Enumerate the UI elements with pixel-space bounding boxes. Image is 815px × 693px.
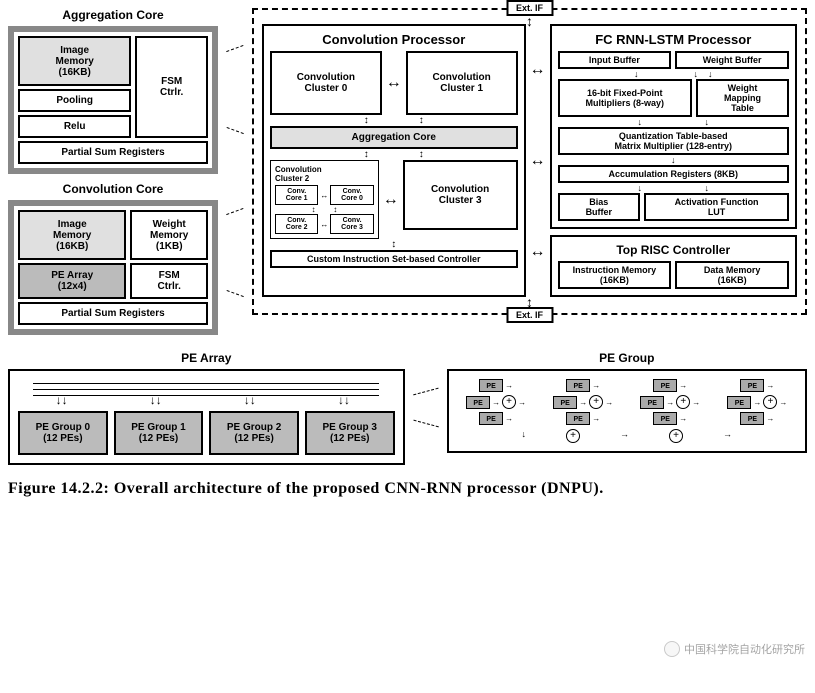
conv-cluster-1: Convolution Cluster 1 — [406, 51, 518, 115]
pe-array-detail: PE Array ↓↓ ↓↓ ↓↓ ↓↓ PE Group 0 (12 PEs)… — [8, 351, 405, 465]
adder-icon: + — [676, 395, 690, 409]
watermark-logo-icon — [664, 641, 680, 657]
pe-cell: PE — [466, 396, 490, 409]
fc-inbuf: Input Buffer — [558, 51, 672, 69]
fc-rnn-lstm-processor: FC RNN-LSTM Processor Input Buffer Weigh… — [550, 24, 798, 229]
pe-cell: PE — [740, 379, 764, 392]
fc-qtab: Quantization Table-based Matrix Multipli… — [558, 127, 790, 155]
arrow-icon: ↔ — [383, 195, 399, 205]
risc-imem: Instruction Memory (16KB) — [558, 261, 672, 289]
conv-imgmem: Image Memory (16KB) — [18, 210, 126, 260]
arrow-icon: ↔ — [386, 78, 402, 88]
agg-imgmem: Image Memory (16KB) — [18, 36, 131, 86]
top-risc-controller: Top RISC Controller Instruction Memory (… — [550, 235, 798, 297]
conv-fsm: FSM Ctrlr. — [130, 263, 208, 299]
figure-caption: Figure 14.2.2: Overall architecture of t… — [8, 479, 807, 500]
aggregation-core-detail: Aggregation Core Image Memory (16KB) Poo… — [8, 8, 218, 174]
watermark-text: 中国科学院自动化研究所 — [684, 641, 805, 657]
conv-cluster-2-title: Convolution Cluster 2 — [275, 165, 374, 183]
pe-cell: PE — [479, 412, 503, 425]
fc-act: Activation Function LUT — [644, 193, 789, 221]
conv-core-0: Conv. Core 0 — [330, 185, 373, 205]
pearr-title: PE Array — [8, 351, 405, 365]
adder-icon: + — [669, 429, 683, 443]
conv-cluster-3: Convolution Cluster 3 — [403, 160, 518, 230]
fc-accum: Accumulation Registers (8KB) — [558, 165, 790, 183]
convolution-processor: Convolution Processor Convolution Cluste… — [262, 24, 526, 297]
adder-icon: + — [589, 395, 603, 409]
adder-icon: + — [763, 395, 777, 409]
conv-core-2: Conv. Core 2 — [275, 214, 318, 234]
ext-if-bot: Ext. IF — [506, 307, 553, 323]
conv-psr: Partial Sum Registers — [18, 302, 208, 325]
conv-proc-title: Convolution Processor — [270, 32, 518, 47]
chip-boundary: Ext. IF Ext. IF ↕ Convolution Processor … — [252, 8, 807, 315]
pe-cell: PE — [553, 396, 577, 409]
adder-icon: + — [502, 395, 516, 409]
pe-group-0: PE Group 0 (12 PEs) — [18, 411, 108, 455]
custom-isa-ctrl: Custom Instruction Set-based Controller — [270, 250, 518, 268]
pe-cell: PE — [479, 379, 503, 392]
conv-core-3: Conv. Core 3 — [330, 214, 373, 234]
pe-group-3: PE Group 3 (12 PEs) — [305, 411, 395, 455]
pe-group-detail: PE Group PE→ PE→+→ PE→ PE→ PE→+→ PE→ PE→… — [447, 351, 807, 453]
pe-cell: PE — [727, 396, 751, 409]
risc-title: Top RISC Controller — [558, 243, 790, 257]
pe-cell: PE — [566, 412, 590, 425]
ext-if-top: Ext. IF — [506, 0, 553, 16]
agg-title: Aggregation Core — [8, 8, 218, 22]
fc-bias: Bias Buffer — [558, 193, 641, 221]
agg-core-center: Aggregation Core — [270, 126, 518, 149]
fc-title: FC RNN-LSTM Processor — [558, 32, 790, 47]
vbus-arrows: ↔↔↔ — [530, 24, 546, 297]
conv-wmem: Weight Memory (1KB) — [130, 210, 208, 260]
pegrp-title: PE Group — [447, 351, 807, 365]
conv-core-1: Conv. Core 1 — [275, 185, 318, 205]
pe-cell: PE — [640, 396, 664, 409]
pe-group-2: PE Group 2 (12 PEs) — [209, 411, 299, 455]
risc-dmem: Data Memory (16KB) — [675, 261, 789, 289]
agg-pooling: Pooling — [18, 89, 131, 112]
adder-icon: + — [566, 429, 580, 443]
pe-cell: PE — [653, 379, 677, 392]
conv-cluster-2: Convolution Cluster 2 Conv. Core 1 ↔ Con… — [270, 160, 379, 239]
fc-wmap: Weight Mapping Table — [696, 79, 789, 117]
fc-multipliers: 16-bit Fixed-Point Multipliers (8-way) — [558, 79, 693, 117]
fc-wbuf: Weight Buffer — [675, 51, 789, 69]
pe-cell: PE — [653, 412, 677, 425]
agg-fsm: FSM Ctrlr. — [135, 36, 208, 138]
agg-relu: Relu — [18, 115, 131, 138]
watermark: 中国科学院自动化研究所 — [664, 641, 805, 657]
conv-core-title: Convolution Core — [8, 182, 218, 196]
pe-cell: PE — [740, 412, 764, 425]
pe-group-1: PE Group 1 (12 PEs) — [114, 411, 204, 455]
conv-cluster-0: Convolution Cluster 0 — [270, 51, 382, 115]
pe-cell: PE — [566, 379, 590, 392]
agg-psr: Partial Sum Registers — [18, 141, 208, 164]
convolution-core-detail: Convolution Core Image Memory (16KB) Wei… — [8, 182, 218, 335]
conv-pearray: PE Array (12x4) — [18, 263, 126, 299]
